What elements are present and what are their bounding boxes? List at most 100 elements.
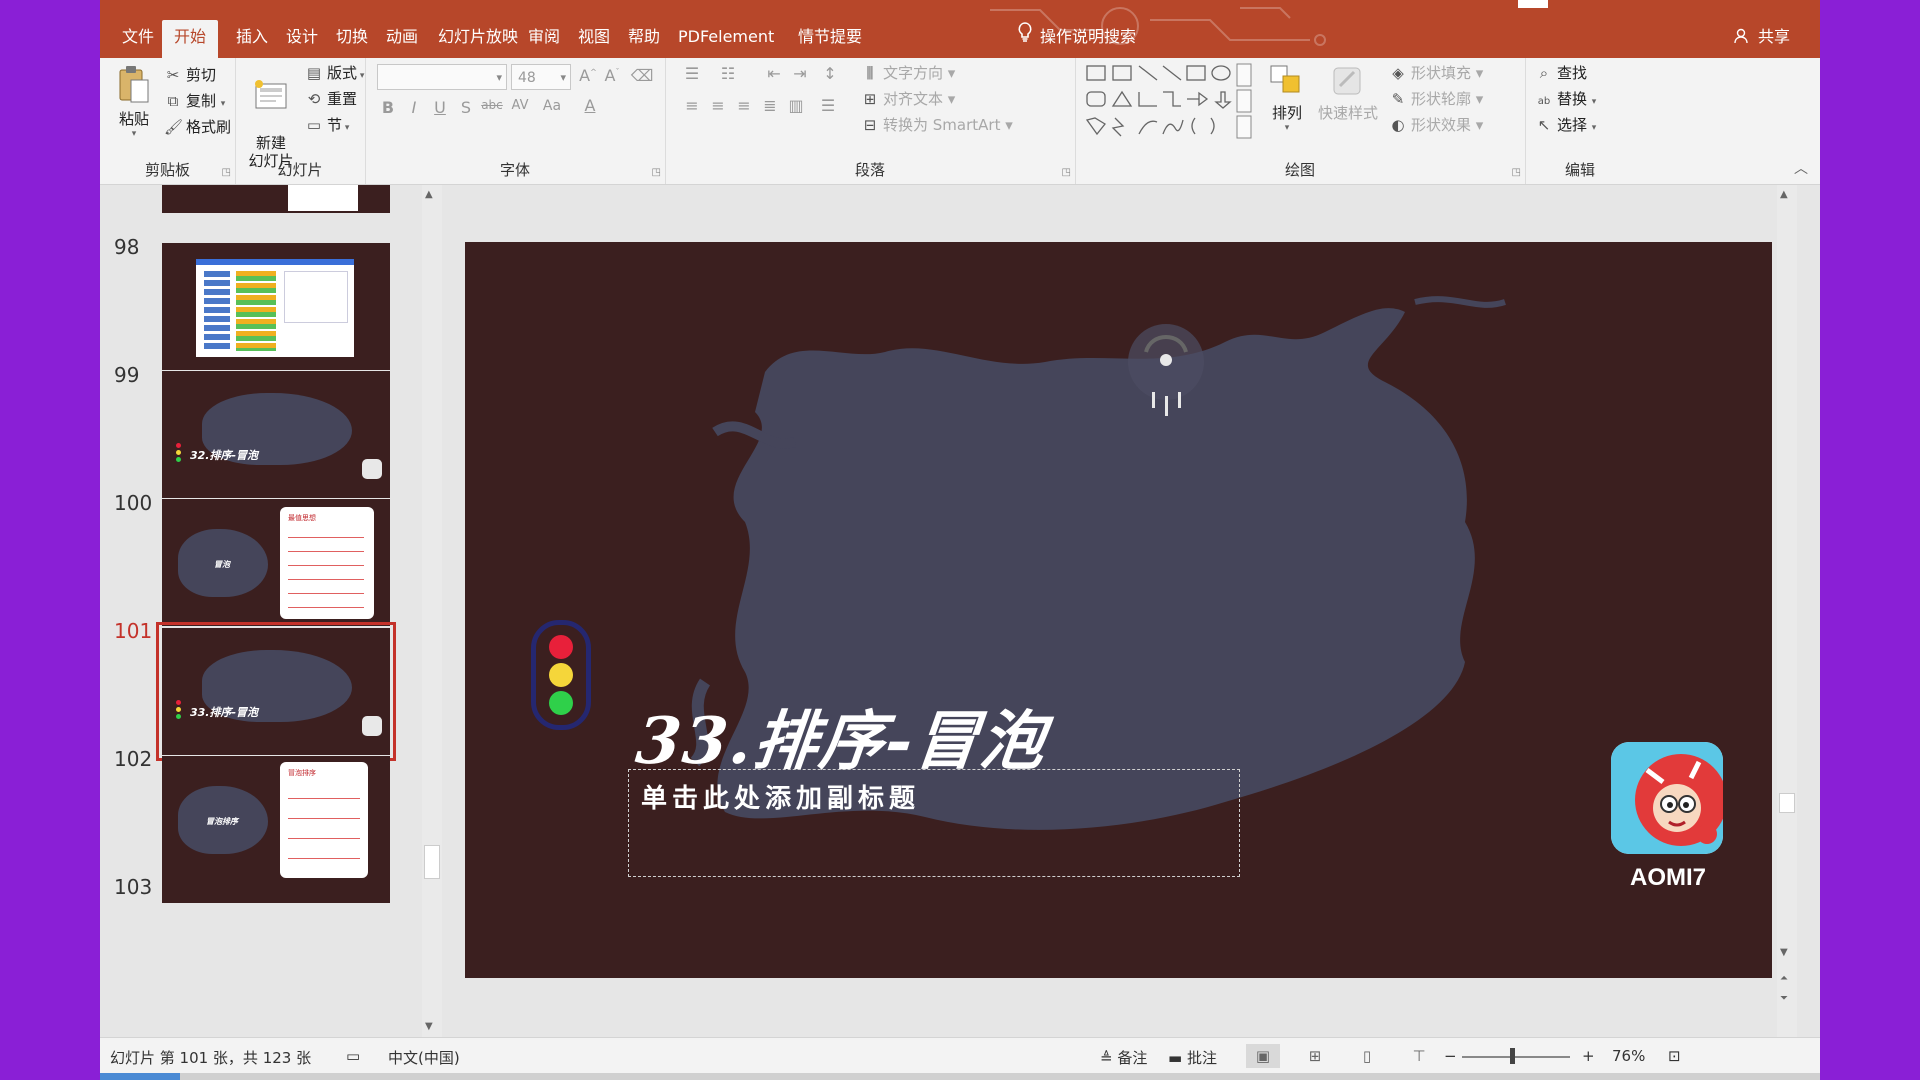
tab-pdfelement[interactable]: PDFelement [666,20,786,58]
scrollbar-thumb[interactable] [1779,793,1795,813]
shape-outline-button[interactable]: ✎ 形状轮廓 ▾ [1389,88,1484,109]
columns-icon[interactable]: ▥ [783,96,809,115]
justify-icon[interactable]: ≣ [757,96,783,115]
increase-indent-icon[interactable]: ⇥ [787,64,813,83]
comments-button[interactable]: ▬ 批注 [1168,1047,1217,1068]
decrease-indent-icon[interactable]: ⇤ [761,64,787,83]
slide-thumbnail-103[interactable] [162,883,390,903]
bold-button[interactable]: B [375,98,401,117]
zoom-slider-knob[interactable] [1510,1048,1515,1064]
thumbnail-card [288,185,358,211]
zoom-level[interactable]: 76% [1612,1047,1645,1065]
strikethrough-button[interactable]: abc [479,98,505,112]
line-spacing-icon[interactable]: ↕ [817,64,843,83]
scroll-up-icon[interactable]: ▲ [425,189,433,200]
scissors-icon: ✂ [166,66,180,84]
font-name-select[interactable]: ▾ [377,64,507,90]
scroll-down-icon[interactable]: ▼ [425,1021,433,1032]
zoom-slider[interactable] [1462,1056,1570,1058]
zoom-out-icon[interactable]: − [1444,1047,1457,1065]
scroll-down-icon[interactable]: ▼ [1780,947,1788,958]
format-painter-button[interactable]: 🖌 格式刷 [164,116,231,137]
tab-storyboard[interactable]: 情节提要 [786,20,874,58]
dialog-launcher-icon[interactable]: ◳ [1062,167,1071,178]
grow-font-button[interactable]: A^ [575,66,601,85]
subtitle-placeholder[interactable]: 单击此处添加副标题 [628,769,1240,877]
dialog-launcher-icon[interactable]: ◳ [652,167,661,178]
tab-view[interactable]: 视图 [566,20,622,58]
slide-thumbnail-97[interactable] [162,185,390,213]
layout-button[interactable]: ▤ 版式 ▾ [305,62,365,83]
tell-me-search[interactable]: 操作说明搜索 [1018,20,1136,54]
tab-home[interactable]: 开始 [162,20,219,58]
char-spacing-button[interactable]: AV [507,98,533,113]
copy-button[interactable]: ⧉ 复制 ▾ [164,90,226,111]
zoom-in-icon[interactable]: + [1582,1047,1595,1065]
cut-button[interactable]: ✂ 剪切 [164,64,216,85]
find-button[interactable]: ⌕ 查找 [1535,62,1587,83]
tab-help[interactable]: 帮助 [616,20,672,58]
text-direction-button[interactable]: ⫼ 文字方向 ▾ [861,62,956,83]
slide-thumbnail-98[interactable] [162,243,390,370]
paste-button[interactable]: 粘贴 ▾ [114,64,154,139]
notes-button[interactable]: ≜ 备注 [1100,1047,1147,1068]
arrange-button[interactable]: 排列 ▾ [1265,64,1309,133]
clear-formatting-icon[interactable]: ⌫ [629,66,655,85]
quick-styles-button[interactable]: 快速样式 [1315,64,1381,123]
shadow-button[interactable]: S [453,98,479,117]
tab-design[interactable]: 设计 [274,20,330,58]
language-indicator[interactable]: 中文(中国) [388,1047,460,1068]
bullets-icon[interactable]: ☰ [679,64,705,83]
tab-review[interactable]: 审阅 [516,20,572,58]
reset-button[interactable]: ⟲ 重置 [305,88,357,109]
font-size-select[interactable]: 48 ▾ [511,64,571,90]
tab-animations[interactable]: 动画 [374,20,430,58]
shrink-font-button[interactable]: Aˇ [599,66,625,85]
slide-thumbnail-102[interactable]: 冒泡排序 冒泡排序 [162,756,390,883]
numbering-icon[interactable]: ☷ [715,64,741,83]
font-group-label: 字体 [499,161,530,179]
previous-slide-icon[interactable]: ⏶ [1780,973,1788,984]
dialog-launcher-icon[interactable]: ◳ [222,167,231,178]
new-slide-button[interactable]: 新建 幻灯片 [243,60,299,170]
slide-thumbnail-101[interactable]: 33.排序-冒泡 [156,622,396,761]
replace-button[interactable]: ab 替换 ▾ [1535,88,1597,109]
slide-thumbnail-99[interactable]: 32.排序-冒泡 [162,371,390,498]
tab-transitions[interactable]: 切换 [324,20,380,58]
tab-slideshow[interactable]: 幻灯片放映 [426,20,530,58]
reading-view-icon[interactable]: ▯ [1350,1044,1384,1068]
tab-file[interactable]: 文件 [110,20,166,58]
slide-sorter-icon[interactable]: ⊞ [1298,1044,1332,1068]
italic-button[interactable]: I [401,98,427,117]
shape-effects-button[interactable]: ◐ 形状效果 ▾ [1389,114,1483,135]
fit-to-window-icon[interactable]: ⊡ [1668,1047,1681,1065]
slideshow-icon[interactable]: ⊤ [1402,1044,1436,1068]
search-icon: ⌕ [1539,64,1549,82]
spellcheck-icon[interactable]: ▭ [346,1047,360,1065]
section-button[interactable]: ▭ 节 ▾ [305,114,350,135]
thumbnail-scrollbar[interactable]: ▲ ▼ [422,185,442,1037]
normal-view-icon[interactable]: ▣ [1246,1044,1280,1068]
current-slide[interactable]: 33.排序-冒泡 单击此处添加副标题 AOMI7 [465,242,1772,978]
convert-smartart-button[interactable]: ⊟ 转换为 SmartArt ▾ [861,114,1013,135]
slide-thumbnail-100[interactable]: 冒泡 最值思想 [162,499,390,626]
shapes-gallery[interactable] [1083,62,1253,142]
next-slide-icon[interactable]: ⏷ [1780,993,1788,1004]
align-text-button[interactable]: ⊞ 对齐文本 ▾ [861,88,956,109]
collapse-ribbon-icon[interactable]: ︿ [1794,158,1808,178]
scrollbar-thumb[interactable] [424,845,440,879]
select-button[interactable]: ↖ 选择 ▾ [1535,114,1597,135]
share-button[interactable]: 共享 [1733,20,1790,54]
align-right-icon[interactable]: ≡ [731,96,757,115]
tab-insert[interactable]: 插入 [224,20,280,58]
slide-scrollbar[interactable]: ▲ ▼ ⏶ ⏷ [1777,185,1797,1037]
align-center-icon[interactable]: ≡ [705,96,731,115]
change-case-button[interactable]: Aa [539,98,565,114]
paragraph-settings-icon[interactable]: ☰ [815,96,841,115]
shape-fill-button[interactable]: ◈ 形状填充 ▾ [1389,62,1483,83]
font-color-button[interactable]: A [577,96,603,115]
scroll-up-icon[interactable]: ▲ [1780,189,1788,200]
align-left-icon[interactable]: ≡ [679,96,705,115]
dialog-launcher-icon[interactable]: ◳ [1512,167,1521,178]
underline-button[interactable]: U [427,98,453,117]
